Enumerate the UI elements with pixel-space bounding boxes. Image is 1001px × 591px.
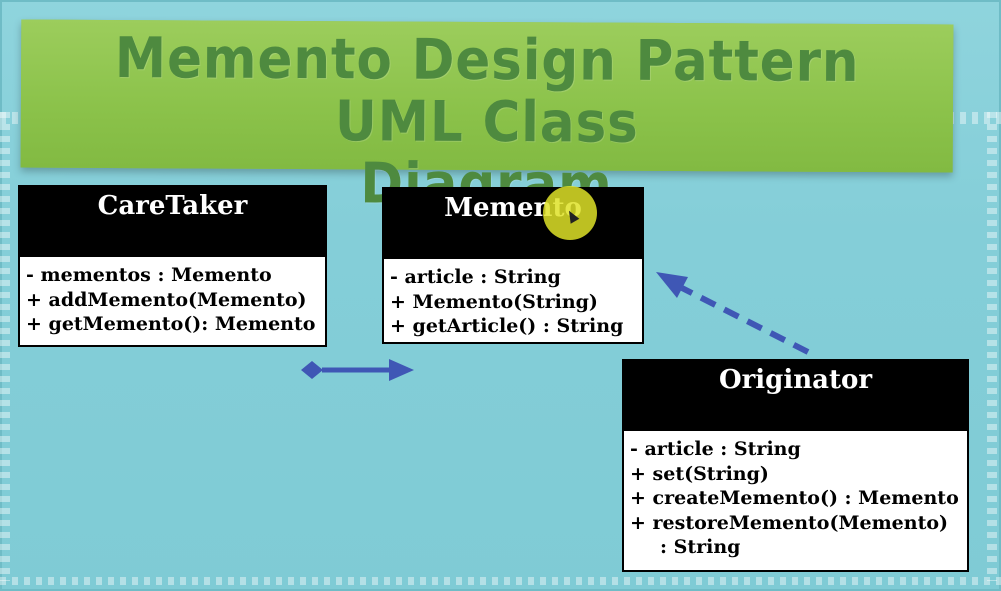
aggregation-diamond-icon bbox=[301, 361, 323, 379]
dependency-arrowhead-icon bbox=[656, 272, 688, 298]
arrowhead-icon bbox=[389, 359, 414, 381]
dependency-dashed-line bbox=[680, 285, 810, 355]
aggregation-connector bbox=[301, 359, 414, 381]
connectors-layer bbox=[301, 272, 810, 381]
dependency-connector bbox=[656, 272, 810, 355]
